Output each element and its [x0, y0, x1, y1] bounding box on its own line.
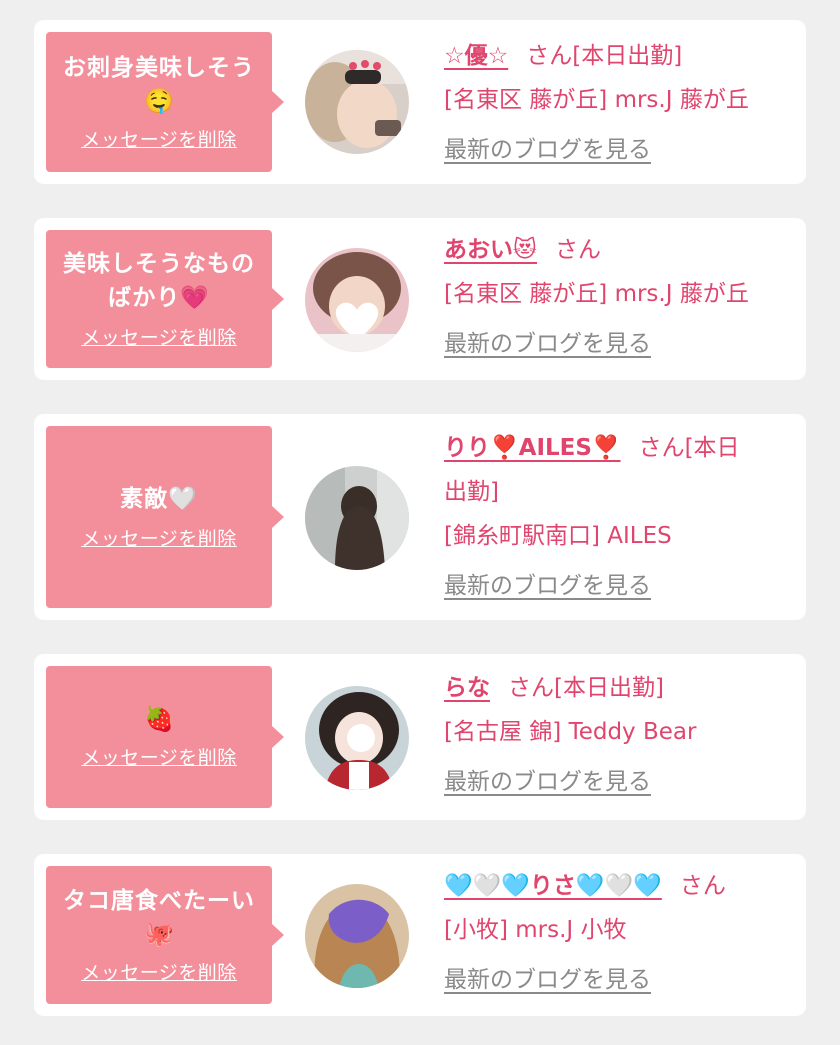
work-status: [本日出勤] — [572, 43, 683, 69]
favorite-card: 素敵🤍 メッセージを削除 りり❣️AILES❣️ さん[本日 出勤] [錦糸町駅南… — [34, 414, 806, 620]
girl-avatar[interactable] — [305, 884, 409, 988]
honorific: さん — [679, 873, 726, 899]
message-text: タコ唐食べたーい — [63, 888, 255, 914]
message-bubble: お刺身美味しそう 🤤 メッセージを削除 — [46, 32, 284, 172]
girl-avatar[interactable] — [305, 248, 409, 352]
message-text: 美味しそうなもの — [63, 251, 255, 277]
favorite-card: タコ唐食べたーい 🐙 メッセージを削除 🩵🤍🩵りさ🩵🤍🩵 さん [小牧] mrs.… — [34, 854, 806, 1016]
message-text: お刺身美味しそう — [63, 55, 255, 81]
girl-avatar[interactable] — [305, 466, 409, 570]
latest-blog-link[interactable]: 最新のブログを見る — [444, 564, 651, 608]
delete-message-link[interactable]: メッセージを削除 — [81, 127, 237, 153]
delete-message-link[interactable]: メッセージを削除 — [81, 745, 237, 771]
girl-info: あおい😻 さん [名東区 藤が丘] mrs.J 藤が丘 最新のブログを見る — [444, 228, 796, 366]
honorific: さん — [526, 43, 573, 69]
delete-message-link[interactable]: メッセージを削除 — [81, 960, 237, 986]
message-bubble: タコ唐食べたーい 🐙 メッセージを削除 — [46, 866, 284, 1004]
work-status: [本日出勤] — [554, 675, 664, 701]
latest-blog-link[interactable]: 最新のブログを見る — [444, 958, 651, 1002]
latest-blog-link[interactable]: 最新のブログを見る — [444, 128, 651, 172]
work-status-continued: 出勤] — [444, 479, 499, 505]
favorite-card: お刺身美味しそう 🤤 メッセージを削除 ☆優☆ さん[本日出勤] [名東区 藤が丘… — [34, 20, 806, 184]
honorific: さん — [508, 675, 554, 701]
honorific: さん — [638, 435, 685, 461]
shop-name: [小牧] mrs.J 小牧 — [444, 917, 627, 943]
favorites-list: お刺身美味しそう 🤤 メッセージを削除 ☆優☆ さん[本日出勤] [名東区 藤が丘… — [0, 0, 840, 1045]
message-emoji: 🤤 — [144, 87, 174, 115]
girl-name-link[interactable]: 🩵🤍🩵りさ🩵🤍🩵 — [444, 873, 662, 899]
delete-message-link[interactable]: メッセージを削除 — [81, 526, 237, 552]
girl-info: ☆優☆ さん[本日出勤] [名東区 藤が丘] mrs.J 藤が丘 最新のブログを見… — [444, 34, 796, 172]
work-status: [本日 — [684, 435, 740, 461]
name-line: りり❣️AILES❣️ さん[本日 — [444, 426, 796, 470]
latest-blog-link[interactable]: 最新のブログを見る — [444, 760, 651, 804]
message-bubble: 美味しそうなもの ばかり💗 メッセージを削除 — [46, 230, 284, 368]
shop-name: [名東区 藤が丘] mrs.J 藤が丘 — [444, 87, 749, 113]
name-line: ☆優☆ さん[本日出勤] — [444, 34, 796, 78]
girl-name-link[interactable]: らな — [444, 675, 490, 701]
shop-name: [名古屋 錦] Teddy Bear — [444, 719, 697, 745]
message-bubble: 🍓 メッセージを削除 — [46, 666, 284, 808]
name-line: 🩵🤍🩵りさ🩵🤍🩵 さん — [444, 864, 796, 908]
shop-name: [名東区 藤が丘] mrs.J 藤が丘 — [444, 281, 749, 307]
girl-name-link[interactable]: あおい😻 — [444, 237, 537, 263]
honorific: さん — [554, 237, 601, 263]
message-bubble: 素敵🤍 メッセージを削除 — [46, 426, 284, 608]
girl-info: りり❣️AILES❣️ さん[本日 出勤] [錦糸町駅南口] AILES 最新のブ… — [444, 426, 796, 608]
shop-name: [錦糸町駅南口] AILES — [444, 523, 672, 549]
girl-info: らな さん[本日出勤] [名古屋 錦] Teddy Bear 最新のブログを見る — [444, 666, 796, 804]
message-text-line2: ばかり💗 — [107, 285, 211, 311]
delete-message-link[interactable]: メッセージを削除 — [81, 325, 237, 351]
latest-blog-link[interactable]: 最新のブログを見る — [444, 322, 651, 366]
girl-info: 🩵🤍🩵りさ🩵🤍🩵 さん [小牧] mrs.J 小牧 最新のブログを見る — [444, 864, 796, 1002]
message-emoji: 🍓 — [144, 705, 174, 733]
girl-avatar[interactable] — [305, 686, 409, 790]
favorite-card: 美味しそうなもの ばかり💗 メッセージを削除 あおい😻 さん [名東区 藤が丘] … — [34, 218, 806, 380]
girl-avatar[interactable] — [305, 50, 409, 154]
favorite-card: 🍓 メッセージを削除 らな さん[本日出勤] [名古屋 錦] Teddy Bear… — [34, 654, 806, 820]
message-text: 素敵🤍 — [120, 486, 198, 512]
name-line: あおい😻 さん — [444, 228, 796, 272]
girl-name-link[interactable]: ☆優☆ — [444, 43, 508, 69]
name-line: らな さん[本日出勤] — [444, 666, 796, 710]
message-emoji: 🐙 — [144, 920, 174, 948]
girl-name-link[interactable]: りり❣️AILES❣️ — [444, 435, 621, 461]
